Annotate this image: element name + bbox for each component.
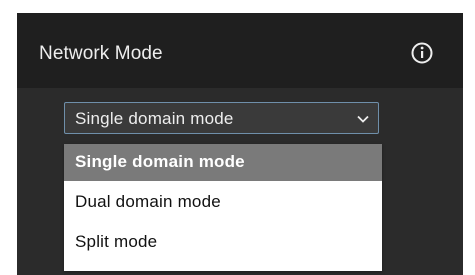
panel-title: Network Mode [39,43,163,64]
page: Network Mode Single domain mode Single d… [0,0,475,275]
option-label: Single domain mode [75,152,245,171]
network-mode-dropdown: Single domain mode Dual domain mode Spli… [64,144,382,271]
option-single-domain-mode[interactable]: Single domain mode [64,144,382,181]
option-label: Dual domain mode [75,192,221,211]
option-split-mode[interactable]: Split mode [64,224,382,261]
info-icon[interactable] [411,42,433,64]
chevron-down-icon [356,112,370,126]
panel-header: Network Mode [17,13,463,88]
network-mode-select-value: Single domain mode [75,109,234,128]
network-mode-select[interactable]: Single domain mode [64,102,379,134]
option-label: Split mode [75,232,158,251]
option-dual-domain-mode[interactable]: Dual domain mode [64,184,382,221]
